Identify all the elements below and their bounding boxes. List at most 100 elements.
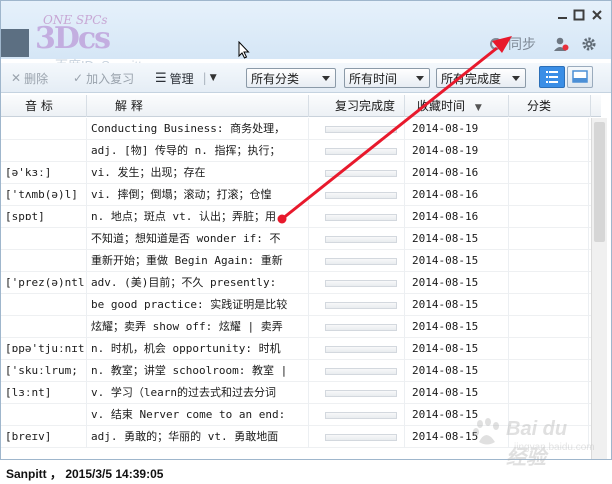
table-row[interactable]: [spɒt] n. 地点；斑点 vt. 认出；弄脏；用 2014-08-16 <box>1 206 601 228</box>
table-row[interactable]: [lɜːnt] v. 学习（learn的过去式和过去分词 2014-08-15 <box>1 382 601 404</box>
header-review-progress[interactable]: 复习完成度 <box>309 95 405 117</box>
date-cell: 2014-08-15 <box>405 294 509 316</box>
add-review-button[interactable]: ✓ 加入复习 <box>73 68 134 88</box>
definition-cell: v. 结束 Nerver come to an end: <box>87 404 309 426</box>
card-icon <box>572 70 588 83</box>
manage-label: 管理 <box>169 71 194 86</box>
table-row[interactable]: adj. [物] 传导的 n. 指挥；执行； 2014-08-19 <box>1 140 601 162</box>
completion-filter-value: 所有完成度 <box>441 71 502 86</box>
sync-button[interactable]: 同步 <box>488 33 536 55</box>
date-cell: 2014-08-15 <box>405 382 509 404</box>
progress-cell <box>309 426 405 448</box>
card-view-button[interactable] <box>567 66 593 88</box>
progress-bar <box>325 170 397 177</box>
close-icon[interactable] <box>591 9 603 21</box>
header-category[interactable]: 分类 <box>509 95 591 117</box>
sort-down-icon: ▼ <box>474 103 482 113</box>
phonetic-cell: ['skuːlrum; <box>1 360 87 382</box>
completion-filter-select[interactable]: 所有完成度 <box>436 68 526 88</box>
table-row[interactable]: 重新开始；重做 Begin Again: 重新 2014-08-15 <box>1 250 601 272</box>
progress-bar <box>325 148 397 155</box>
category-cell <box>509 118 589 140</box>
manage-button[interactable]: ☰ 管理 | ▼ <box>155 68 217 88</box>
scrollbar-thumb[interactable] <box>594 122 605 242</box>
progress-cell <box>309 360 405 382</box>
user-icon[interactable] <box>553 36 569 52</box>
date-cell: 2014-08-19 <box>405 140 509 162</box>
progress-cell <box>309 228 405 250</box>
progress-bar <box>325 412 397 419</box>
logo-text-main: 3Dcs <box>35 21 111 56</box>
progress-cell <box>309 162 405 184</box>
sidebar-toggle[interactable] <box>1 29 29 57</box>
progress-cell <box>309 272 405 294</box>
maximize-icon[interactable] <box>573 9 585 21</box>
progress-cell <box>309 206 405 228</box>
app-logo: ONE SPCs 3Dcs <box>33 13 133 59</box>
definition-cell: n. 教室；讲堂 schoolroom: 教室 | <box>87 360 309 382</box>
category-cell <box>509 184 589 206</box>
progress-cell <box>309 294 405 316</box>
table-row[interactable]: ['prez(ə)ntl adv. (美)目前；不久 presently: 2014… <box>1 272 601 294</box>
progress-cell <box>309 404 405 426</box>
divider: | <box>202 71 207 85</box>
table-row[interactable]: 炫耀；卖弄 show off: 炫耀 | 卖弄 2014-08-15 <box>1 316 601 338</box>
delete-button[interactable]: ✕ 删除 <box>11 68 48 88</box>
delete-label: 删除 <box>24 71 49 86</box>
paw-icon <box>473 418 499 445</box>
time-filter-value: 所有时间 <box>349 71 398 86</box>
chevron-down-icon <box>322 75 330 81</box>
definition-cell: v. 学习（learn的过去式和过去分词 <box>87 382 309 404</box>
vertical-scrollbar[interactable] <box>591 118 607 459</box>
list-view-button[interactable] <box>539 66 565 88</box>
date-cell: 2014-08-15 <box>405 272 509 294</box>
table-row[interactable]: [ɒpə'tjuːnɪt n. 时机，机会 opportunity: 时机 2014… <box>1 338 601 360</box>
phonetic-cell: [ə'kɜː] <box>1 162 87 184</box>
progress-bar <box>325 302 397 309</box>
category-cell <box>509 140 589 162</box>
table-row[interactable]: [ə'kɜː] vi. 发生；出现；存在 2014-08-16 <box>1 162 601 184</box>
phonetic-cell: [breɪv] <box>1 426 87 448</box>
header-saved-time[interactable]: 收藏时间 ▼ <box>405 95 509 117</box>
progress-bar <box>325 368 397 375</box>
category-cell <box>509 250 589 272</box>
table-row[interactable]: ['tʌmb(ə)l] vi. 摔倒；倒塌；滚动；打滚；仓惶 2014-08-16 <box>1 184 601 206</box>
table-row[interactable]: Conducting Business: 商务处理， 2014-08-19 <box>1 118 601 140</box>
category-cell <box>509 272 589 294</box>
date-cell: 2014-08-15 <box>405 316 509 338</box>
definition-cell: adj. 勇敢的；华丽的 vt. 勇敢地面 <box>87 426 309 448</box>
progress-bar <box>325 258 397 265</box>
category-cell <box>509 206 589 228</box>
progress-bar <box>325 192 397 199</box>
table-row[interactable]: ['skuːlrum; n. 教室；讲堂 schoolroom: 教室 | 2014… <box>1 360 601 382</box>
refresh-icon <box>490 38 502 50</box>
definition-cell: 重新开始；重做 Begin Again: 重新 <box>87 250 309 272</box>
check-icon: ✓ <box>73 71 84 85</box>
header-definition[interactable]: 解 释 <box>87 95 309 117</box>
table-row[interactable]: be good practice: 实践证明是比较 2014-08-15 <box>1 294 601 316</box>
gear-icon[interactable] <box>581 36 597 52</box>
category-cell <box>509 162 589 184</box>
progress-cell <box>309 184 405 206</box>
saved-time-label: 收藏时间 <box>417 99 466 113</box>
phonetic-cell: [ɒpə'tjuːnɪt <box>1 338 87 360</box>
chevron-down-icon <box>512 75 520 81</box>
table-row[interactable]: 不知道；想知道是否 wonder if: 不 2014-08-15 <box>1 228 601 250</box>
phonetic-cell: ['prez(ə)ntl <box>1 272 87 294</box>
category-cell <box>509 294 589 316</box>
chevron-down-icon <box>416 75 424 81</box>
minimize-icon[interactable] <box>557 9 569 21</box>
category-cell <box>509 382 589 404</box>
list-icon: ☰ <box>155 70 167 86</box>
definition-cell: be good practice: 实践证明是比较 <box>87 294 309 316</box>
category-filter-select[interactable]: 所有分类 <box>246 68 336 88</box>
progress-bar <box>325 434 397 441</box>
date-cell: 2014-08-15 <box>405 338 509 360</box>
phonetic-cell: [spɒt] <box>1 206 87 228</box>
sync-label: 同步 <box>508 37 536 53</box>
time-filter-select[interactable]: 所有时间 <box>344 68 430 88</box>
progress-bar <box>325 280 397 287</box>
phonetic-cell <box>1 140 87 162</box>
definition-cell: vi. 摔倒；倒塌；滚动；打滚；仓惶 <box>87 184 309 206</box>
header-phonetic[interactable]: 音 标 <box>1 95 87 117</box>
